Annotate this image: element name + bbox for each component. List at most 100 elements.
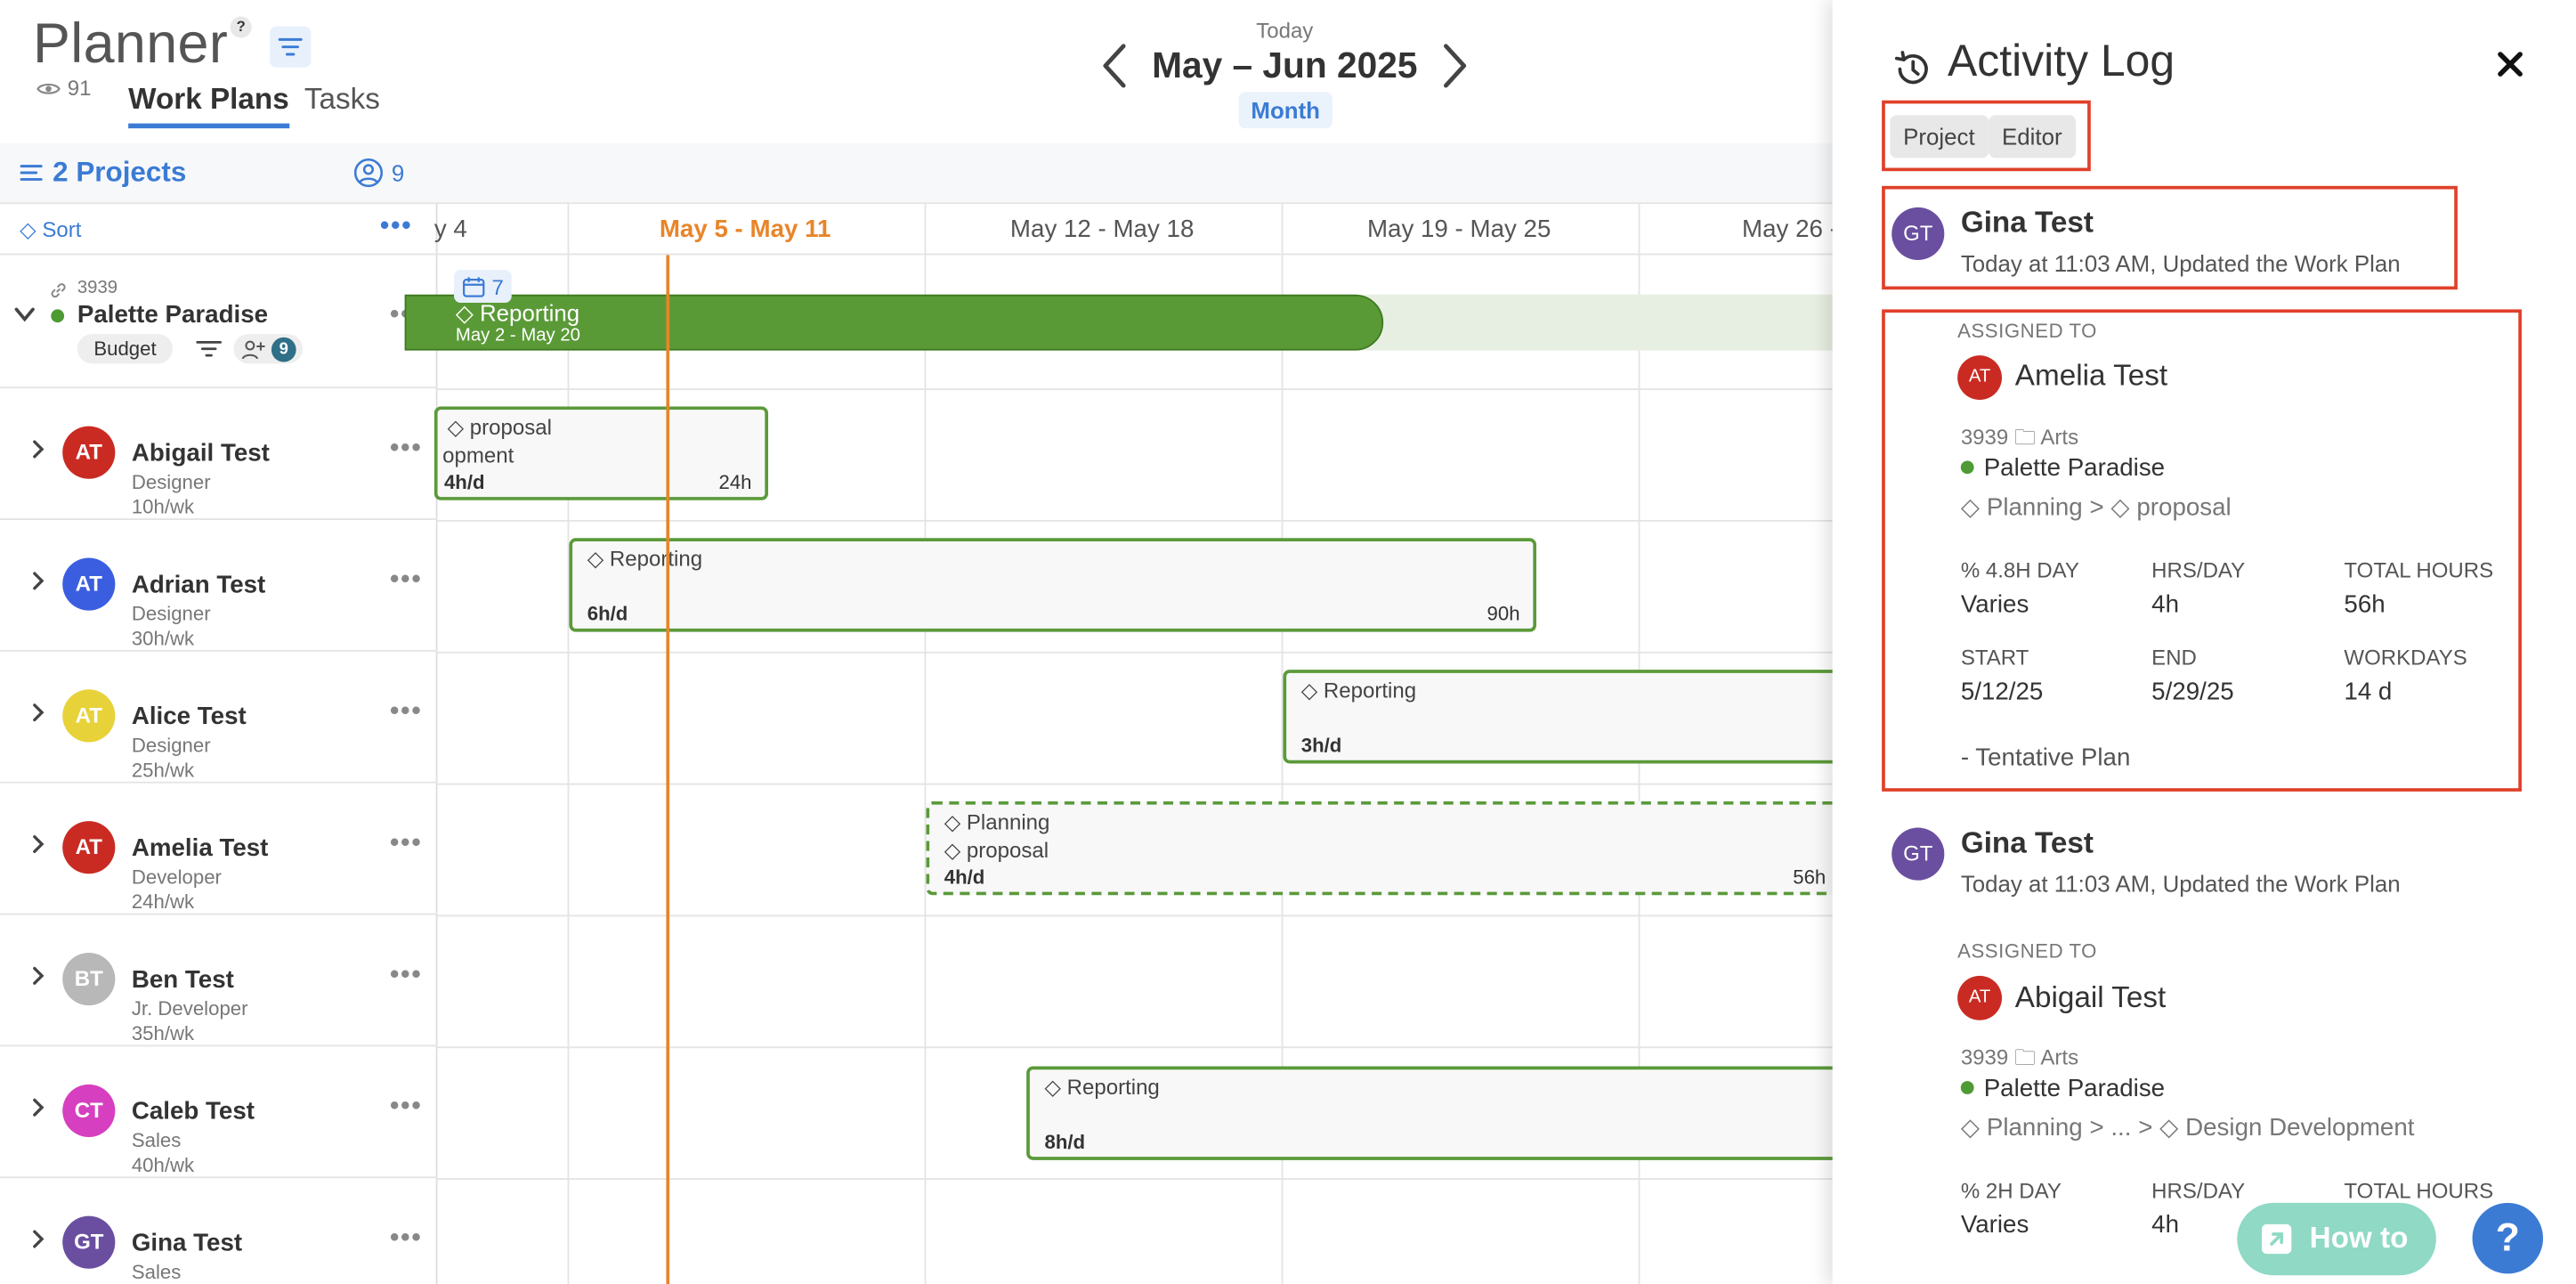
page-title: Planner (32, 12, 229, 77)
stat-value: 4h (2151, 1211, 2180, 1239)
today-button[interactable]: Today (1252, 18, 1317, 43)
view-mode-selector[interactable]: Month (1238, 92, 1333, 129)
filter-button[interactable] (270, 26, 312, 68)
stat-label: START (1960, 645, 2029, 670)
activity-log-panel: Activity Log Project Editor GT Gina Test… (1832, 0, 2576, 1284)
more-options-icon[interactable]: ••• (390, 435, 423, 464)
project-row[interactable]: 3939 Palette Paradise Budget 9 ••• (0, 255, 438, 389)
filter-icon[interactable] (194, 337, 223, 361)
project-status-dot (51, 309, 65, 323)
hours-per-day: 4h/d (443, 470, 485, 494)
calendar-icon (463, 276, 485, 297)
grid-divider (437, 1046, 1833, 1049)
member-name[interactable]: Alice Test (132, 703, 247, 730)
milestone-count-chip[interactable]: 7 (454, 270, 513, 304)
how-to-button[interactable]: How to (2237, 1202, 2436, 1276)
more-options-icon[interactable]: ••• (390, 566, 423, 596)
chevron-left-icon (1103, 44, 1126, 88)
member-role: Designer (131, 602, 211, 626)
stat-label: HRS/DAY (2151, 1178, 2246, 1203)
viewer-count: 91 (36, 76, 92, 101)
project-phase-name: ◇ Reporting (455, 299, 580, 326)
tentative-work-plan-bar[interactable]: ◇ Planning ◇ proposal 4h/d 56h (926, 800, 1850, 896)
stat-label: TOTAL HOURS (2344, 1178, 2494, 1203)
member-role: Designer (131, 734, 211, 758)
more-options-icon[interactable]: ••• (390, 1224, 423, 1254)
member-name[interactable]: Adrian Test (132, 571, 265, 598)
member-name[interactable]: Caleb Test (132, 1098, 255, 1126)
filter-project[interactable]: Project (1890, 115, 1989, 158)
avatar: GT (1891, 207, 1945, 260)
more-options-icon[interactable]: ••• (390, 1093, 423, 1122)
close-icon[interactable] (2491, 45, 2530, 84)
budget-chip[interactable]: Budget (77, 334, 174, 364)
viewer-count-value: 91 (67, 76, 92, 101)
member-row[interactable]: CT Caleb Test Sales 40h/wk ••• (0, 1046, 438, 1179)
member-row[interactable]: AT Abigail Test Designer 10h/wk ••• (0, 388, 438, 520)
folder-icon: 🗀 (2013, 424, 2037, 450)
member-capacity: 40h/wk (131, 1153, 195, 1177)
chevron-right-icon[interactable] (28, 439, 47, 459)
phase-path: ◇ Planning > ◇ proposal (1960, 493, 2232, 522)
log-user-name: Gina Test (1960, 825, 2094, 859)
member-row[interactable]: AT Adrian Test Designer 30h/wk ••• (0, 520, 438, 652)
work-plan-bar[interactable]: ◇ proposal opment 4h/d 24h (433, 406, 769, 500)
member-capacity: 10h/wk (131, 495, 195, 519)
today-marker (666, 255, 670, 1284)
assigned-label: ASSIGNED TO (1957, 939, 2097, 963)
chevron-right-icon[interactable] (28, 1098, 47, 1117)
list-icon (20, 165, 43, 181)
project-phase-bar[interactable]: ◇ Reporting May 2 - May 20 (404, 294, 1384, 351)
members-count-value: 9 (391, 159, 405, 186)
assignee-name: Abigail Test (2014, 980, 2167, 1014)
tab-work-plans[interactable]: Work Plans (128, 82, 289, 129)
filter-editor[interactable]: Editor (1989, 115, 2076, 158)
next-button[interactable] (1434, 41, 1473, 90)
projects-header: 2 Projects 9 (0, 142, 438, 205)
work-plan-bar[interactable]: ◇ Reporting 3h/d (1283, 670, 1851, 764)
project-members-button[interactable]: 9 (233, 334, 304, 364)
member-name[interactable]: Abigail Test (132, 439, 270, 467)
chevron-right-icon[interactable] (28, 1229, 47, 1248)
grid-divider (437, 388, 1833, 390)
hours-per-day: 8h/d (1044, 1130, 1086, 1154)
work-plan-bar[interactable]: ◇ Reporting 8h/d (1026, 1066, 1850, 1160)
chevron-right-icon[interactable] (28, 703, 47, 722)
assigned-label: ASSIGNED TO (1957, 319, 2097, 343)
phase-name: ◇ Planning (944, 809, 1050, 834)
member-name[interactable]: Ben Test (132, 966, 234, 994)
chevron-right-icon[interactable] (28, 571, 47, 590)
tab-tasks[interactable]: Tasks (304, 82, 380, 117)
help-button[interactable]: ? (2472, 1202, 2544, 1274)
chevron-down-icon[interactable] (13, 306, 36, 322)
eye-icon (36, 82, 61, 93)
hours-per-day: 3h/d (1300, 734, 1342, 758)
member-name[interactable]: Amelia Test (132, 834, 269, 862)
help-icon[interactable]: ? (230, 16, 252, 38)
avatar: AT (62, 426, 116, 479)
avatar: AT (62, 821, 116, 874)
member-row[interactable]: GT Gina Test Sales ••• (0, 1178, 438, 1284)
previous-button[interactable] (1096, 41, 1135, 90)
projects-toggle[interactable]: 2 Projects (20, 157, 186, 190)
work-plan-bar[interactable]: ◇ Reporting 6h/d 90h (569, 538, 1537, 632)
avatar: GT (1891, 827, 1945, 881)
project-name[interactable]: Palette Paradise (77, 301, 268, 329)
member-row[interactable]: BT Ben Test Jr. Developer 35h/wk ••• (0, 914, 438, 1047)
member-role: Sales (131, 1128, 182, 1152)
phase-name-secondary: opment (442, 443, 514, 467)
member-row[interactable]: AT Alice Test Designer 25h/wk ••• (0, 652, 438, 784)
members-button[interactable]: 9 (353, 158, 405, 188)
member-row[interactable]: AT Amelia Test Developer 24h/wk ••• (0, 784, 438, 915)
more-options-icon[interactable]: ••• (390, 829, 423, 858)
more-options-icon[interactable]: ••• (390, 961, 423, 990)
phase-name-secondary: ◇ proposal (944, 837, 1049, 863)
sort-button[interactable]: ◇ Sort (20, 217, 81, 244)
stat-value: Varies (1960, 590, 2029, 619)
chevron-right-icon[interactable] (28, 834, 47, 854)
more-options-icon[interactable]: ••• (390, 698, 423, 727)
chevron-right-icon[interactable] (28, 966, 47, 986)
assignee-name: Amelia Test (2014, 358, 2168, 392)
member-name[interactable]: Gina Test (132, 1229, 242, 1256)
avatar: GT (62, 1215, 116, 1269)
